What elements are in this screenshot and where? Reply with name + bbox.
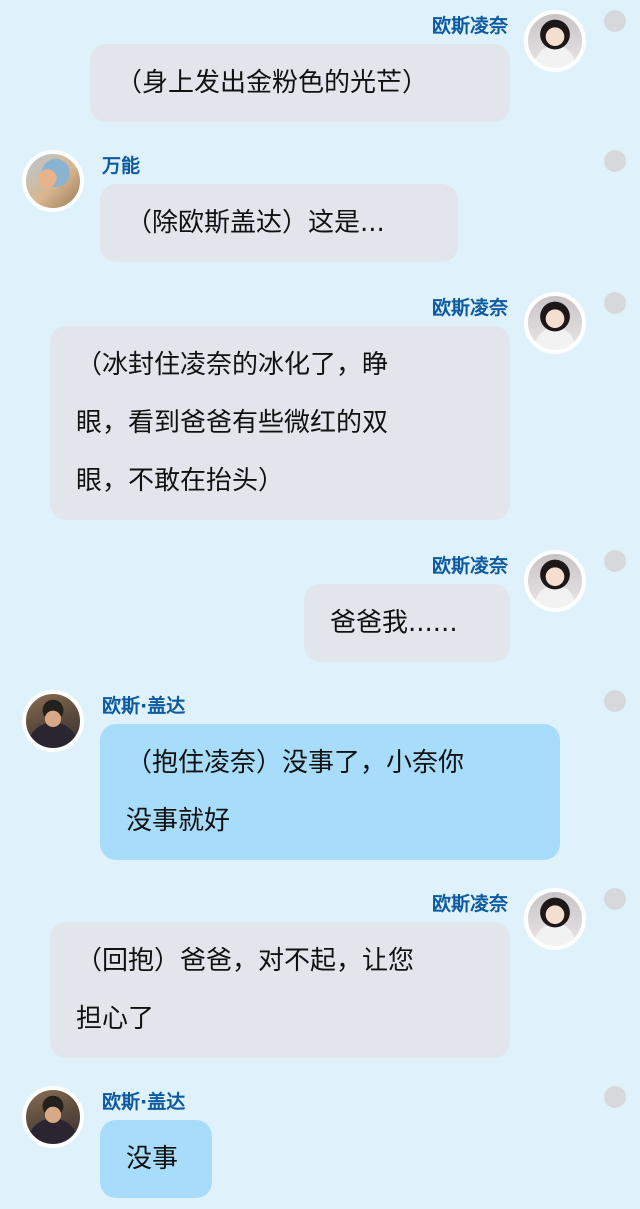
- status-dot: [604, 690, 626, 712]
- message-bubble[interactable]: （除欧斯盖达）这是...: [100, 184, 458, 262]
- sender-avatar[interactable]: [524, 292, 586, 354]
- sender-avatar[interactable]: [22, 150, 84, 212]
- message-text: （抱住凌奈）没事了，小奈你: [126, 748, 465, 778]
- sender-name: 欧斯凌奈: [431, 297, 508, 319]
- sender-name: 欧斯·盖达: [102, 1091, 186, 1113]
- status-dot: [604, 550, 626, 572]
- message-text: 眼，看到爸爸有些微红的双: [76, 408, 389, 438]
- message-text: （回抱）爸爸，对不起，让您: [76, 946, 415, 976]
- message-text: 爸爸我......: [330, 608, 458, 638]
- status-dot: [604, 150, 626, 172]
- message-text: 没事就好: [126, 806, 231, 836]
- chat-thread: 欧斯凌奈 （身上发出金粉色的光芒） 万能 （除欧斯盖达）这是... 欧斯凌奈 （…: [0, 0, 640, 1209]
- message-text: 担心了: [76, 1004, 155, 1034]
- status-dot: [604, 292, 626, 314]
- sender-avatar[interactable]: [22, 1086, 84, 1148]
- status-dot: [604, 1086, 626, 1108]
- message-bubble[interactable]: （身上发出金粉色的光芒）: [90, 44, 510, 122]
- status-dot: [604, 10, 626, 32]
- message-text: 眼，不敢在抬头）: [76, 466, 285, 496]
- message-bubble[interactable]: （抱住凌奈）没事了，小奈你 没事就好: [100, 724, 560, 860]
- message-bubble[interactable]: 没事: [100, 1120, 212, 1198]
- message-bubble[interactable]: （冰封住凌奈的冰化了，睁 眼，看到爸爸有些微红的双 眼，不敢在抬头）: [50, 326, 510, 520]
- sender-avatar[interactable]: [22, 690, 84, 752]
- sender-avatar[interactable]: [524, 888, 586, 950]
- sender-name: 欧斯·盖达: [102, 695, 186, 717]
- sender-name: 欧斯凌奈: [431, 15, 508, 37]
- sender-avatar[interactable]: [524, 550, 586, 612]
- message-text: （除欧斯盖达）这是...: [126, 208, 385, 238]
- sender-name: 欧斯凌奈: [431, 555, 508, 577]
- message-bubble[interactable]: 爸爸我......: [304, 584, 510, 662]
- sender-avatar[interactable]: [524, 10, 586, 72]
- message-text: 没事: [126, 1144, 179, 1174]
- message-bubble[interactable]: （回抱）爸爸，对不起，让您 担心了: [50, 922, 510, 1058]
- message-text: （冰封住凌奈的冰化了，睁: [76, 350, 389, 380]
- status-dot: [604, 888, 626, 910]
- sender-name: 欧斯凌奈: [431, 893, 508, 915]
- sender-name: 万能: [102, 155, 141, 177]
- message-text: （身上发出金粉色的光芒）: [116, 68, 429, 98]
